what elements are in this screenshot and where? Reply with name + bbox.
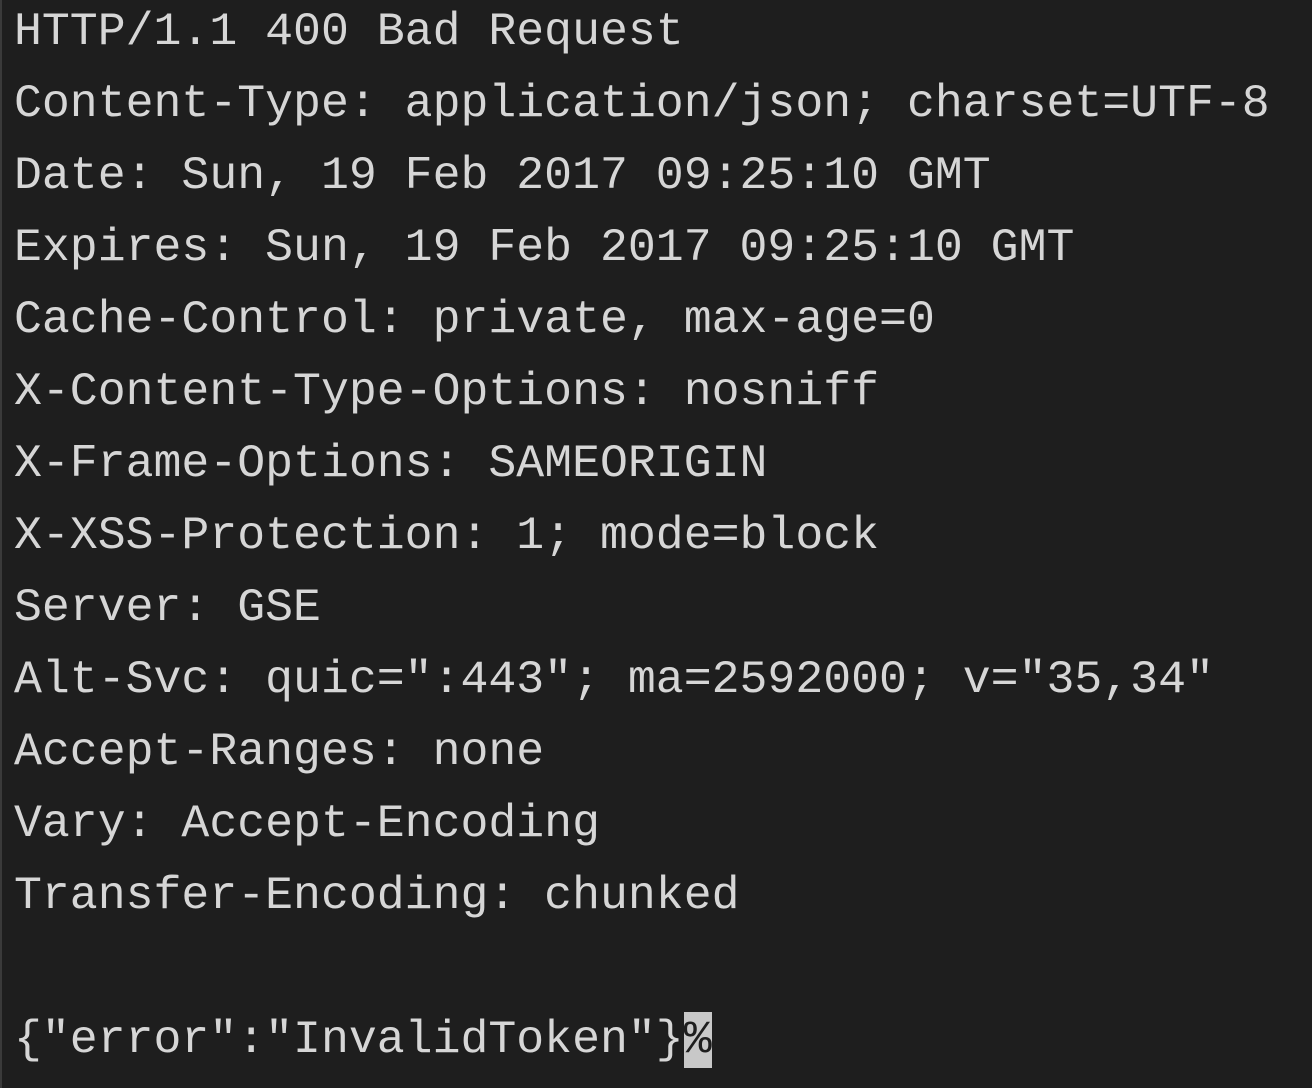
header-expires: Expires: Sun, 19 Feb 2017 09:25:10 GMT — [14, 221, 1075, 274]
status-line: HTTP/1.1 400 Bad Request — [14, 5, 684, 58]
header-x-xss-protection: X-XSS-Protection: 1; mode=block — [14, 509, 880, 562]
header-alt-svc: Alt-Svc: quic=":443"; ma=2592000; v="35,… — [14, 653, 1214, 706]
header-date: Date: Sun, 19 Feb 2017 09:25:10 GMT — [14, 149, 991, 202]
no-newline-marker: % — [683, 1012, 712, 1068]
terminal-window[interactable]: HTTP/1.1 400 Bad Request Content-Type: a… — [0, 0, 1312, 1088]
header-x-content-type-options: X-Content-Type-Options: nosniff — [14, 365, 880, 418]
response-body-line: {"error":"InvalidToken"}% — [14, 1012, 712, 1068]
header-cache-control: Cache-Control: private, max-age=0 — [14, 293, 935, 346]
response-body: {"error":"InvalidToken"} — [14, 1013, 684, 1066]
header-accept-ranges: Accept-Ranges: none — [14, 725, 545, 778]
header-server: Server: GSE — [14, 581, 321, 634]
header-vary: Vary: Accept-Encoding — [14, 797, 600, 850]
header-content-type: Content-Type: application/json; charset=… — [14, 77, 1270, 130]
header-transfer-encoding: Transfer-Encoding: chunked — [14, 869, 740, 922]
header-x-frame-options: X-Frame-Options: SAMEORIGIN — [14, 437, 768, 490]
